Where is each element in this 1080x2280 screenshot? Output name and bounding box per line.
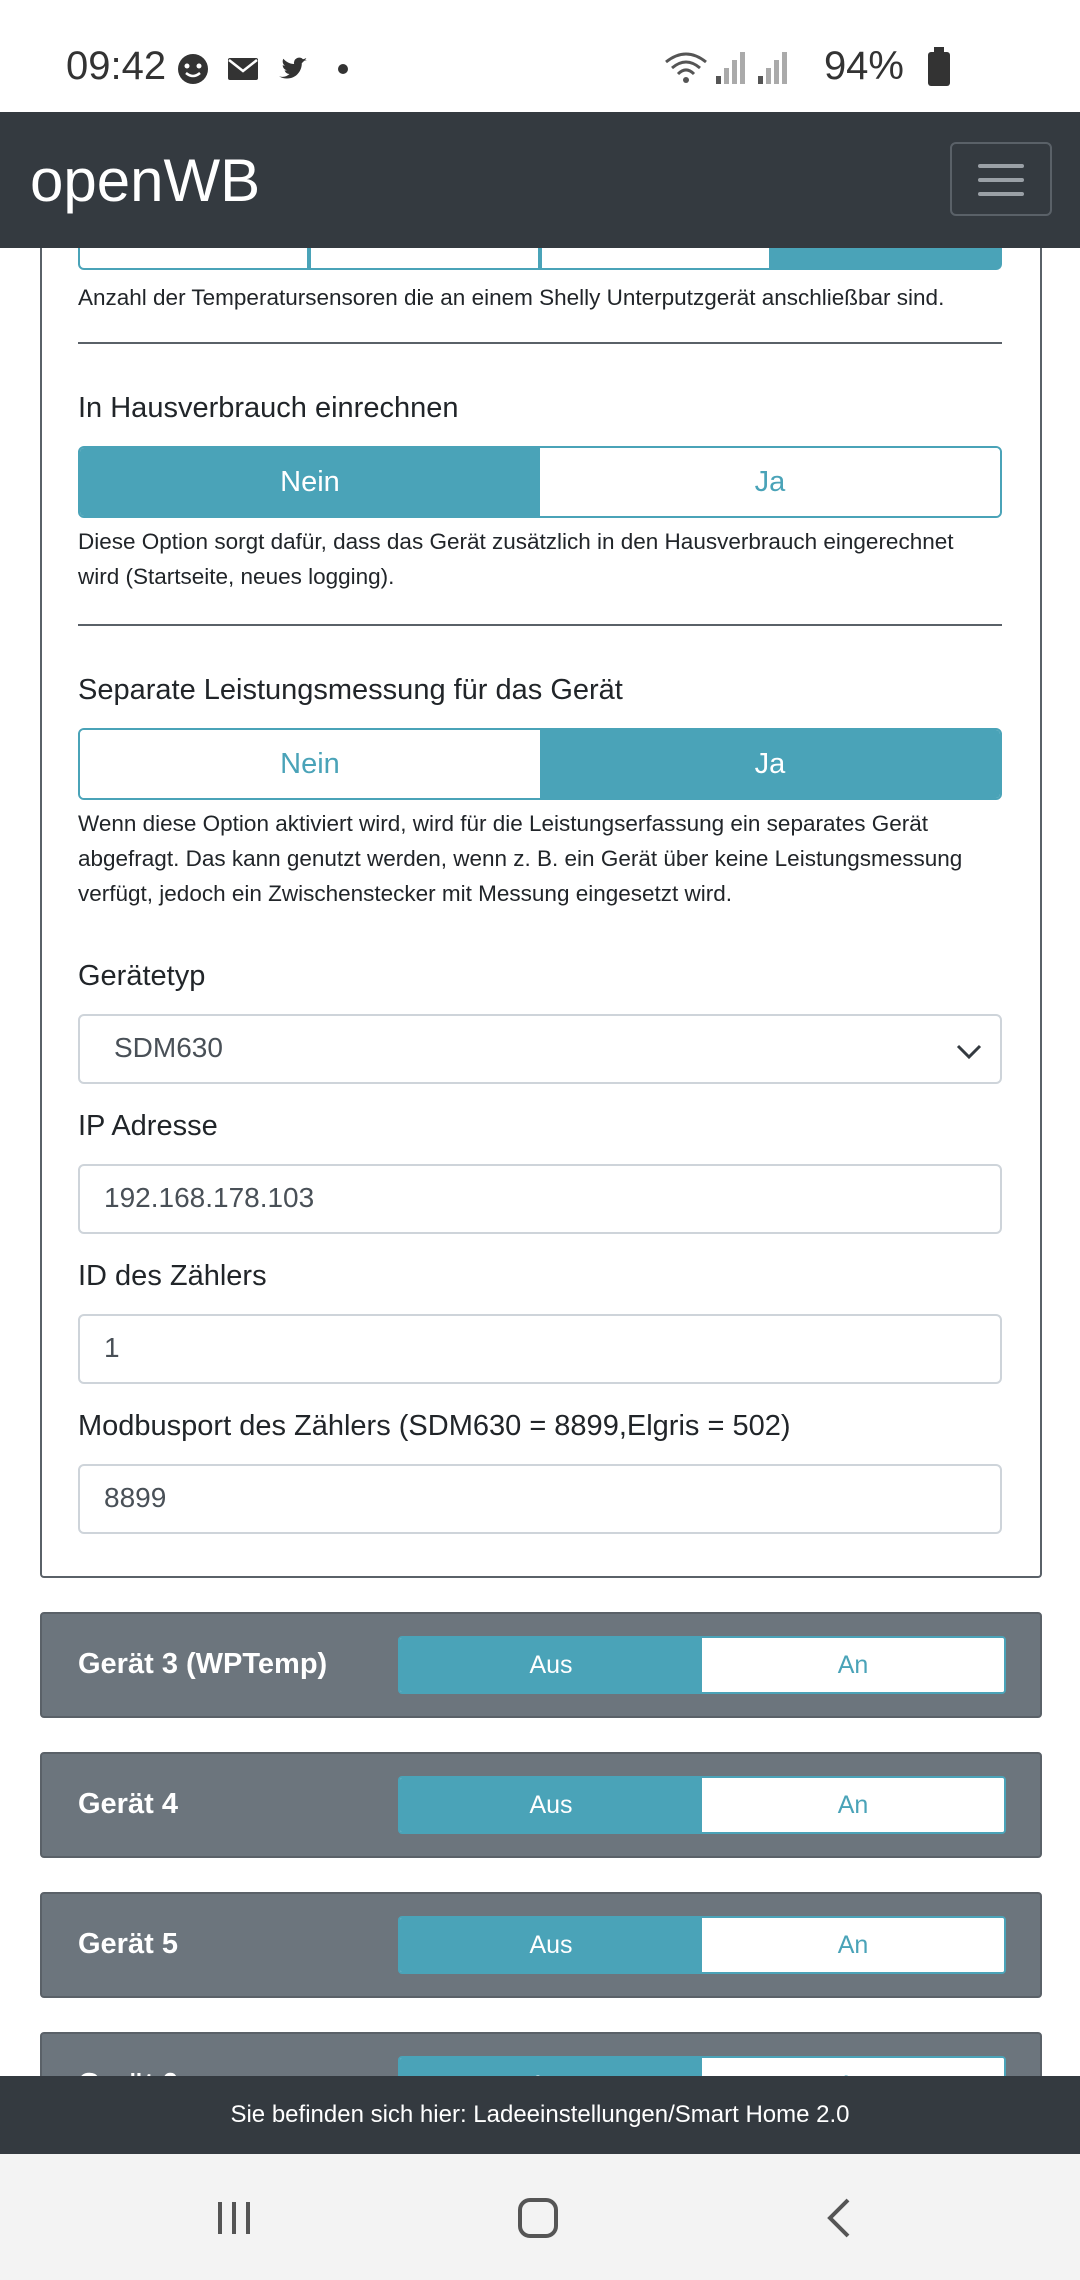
battery-icon xyxy=(928,47,950,86)
signal-icon xyxy=(758,52,787,84)
recents-icon[interactable] xyxy=(204,2188,264,2248)
twitter-icon xyxy=(279,57,307,79)
separate-measurement-help-3: verfügt, jedoch ein Zwischenstecker mit … xyxy=(78,881,733,906)
separate-measurement-help-2: abgefragt. Das kann genutzt werden, wenn… xyxy=(78,846,963,871)
house-consumption-help-1: Diese Option sorgt dafür, dass das Gerät… xyxy=(78,529,954,554)
notification-icons xyxy=(176,52,360,86)
separate-measurement-ja[interactable]: Ja xyxy=(540,730,1000,798)
device-card: Gerät 4 Aus An xyxy=(40,1752,1042,1858)
device-title: Gerät 3 (WPTemp) xyxy=(78,1648,328,1680)
device-on-option[interactable]: An xyxy=(702,2058,1004,2076)
ip-address-value: 192.168.178.103 xyxy=(104,1182,315,1213)
house-consumption-label: In Hausverbrauch einrechnen xyxy=(78,392,459,424)
house-consumption-ja[interactable]: Ja xyxy=(540,448,1000,516)
device-off-option[interactable]: Aus xyxy=(400,1638,702,1692)
status-bar: 09:42 94% xyxy=(0,0,1080,112)
signal-icon xyxy=(716,52,745,84)
modbus-port-label: Modbusport des Zählers (SDM630 = 8899,El… xyxy=(78,1410,791,1442)
modbus-port-input[interactable]: 8899 xyxy=(78,1464,1002,1534)
device-off-option[interactable]: Aus xyxy=(400,1778,702,1832)
status-time: 09:42 xyxy=(66,44,167,88)
device-toggle[interactable]: Aus An xyxy=(398,1916,1006,1974)
device-on-option[interactable]: An xyxy=(702,1778,1004,1832)
menu-toggle-button[interactable] xyxy=(950,142,1052,216)
temp-sensor-option[interactable] xyxy=(540,248,771,270)
divider xyxy=(78,342,1002,344)
device-off-option[interactable]: Aus xyxy=(400,2058,702,2076)
back-icon[interactable] xyxy=(810,2188,870,2248)
face-icon xyxy=(178,54,208,84)
meter-id-label: ID des Zählers xyxy=(78,1260,267,1292)
device-type-label: Gerätetyp xyxy=(78,960,206,992)
main-content[interactable]: Anzahl der Temperatursensoren die an ein… xyxy=(0,248,1080,2076)
meter-id-value: 1 xyxy=(104,1332,120,1363)
wifi-icon xyxy=(665,52,707,83)
device-title: Gerät 6 xyxy=(78,2068,178,2076)
separate-measurement-toggle[interactable]: Nein Ja xyxy=(78,728,1002,800)
home-icon[interactable] xyxy=(508,2188,568,2248)
house-consumption-nein[interactable]: Nein xyxy=(80,448,540,516)
navbar: openWB xyxy=(0,112,1080,248)
battery-percent: 94% xyxy=(823,44,904,88)
divider xyxy=(78,624,1002,626)
ip-address-input[interactable]: 192.168.178.103 xyxy=(78,1164,1002,1234)
mail-icon xyxy=(228,58,258,80)
device-type-value: SDM630 xyxy=(114,1032,223,1063)
house-consumption-toggle[interactable]: Nein Ja xyxy=(78,446,1002,518)
temp-sensor-option[interactable] xyxy=(78,248,309,270)
device-on-option[interactable]: An xyxy=(702,1918,1004,1972)
device-on-option[interactable]: An xyxy=(702,1638,1004,1692)
device-card: Gerät 6 Aus An xyxy=(40,2032,1042,2076)
device-toggle[interactable]: Aus An xyxy=(398,1776,1006,1834)
device-off-option[interactable]: Aus xyxy=(400,1918,702,1972)
temp-sensor-count-selector[interactable] xyxy=(78,248,1002,270)
android-nav-bar xyxy=(0,2154,1080,2280)
chevron-down-icon xyxy=(956,1044,982,1060)
separate-measurement-nein[interactable]: Nein xyxy=(80,730,540,798)
temp-sensors-help: Anzahl der Temperatursensoren die an ein… xyxy=(78,285,945,310)
ip-address-label: IP Adresse xyxy=(78,1110,218,1142)
dot-icon xyxy=(338,64,348,74)
device-card: Gerät 5 Aus An xyxy=(40,1892,1042,1998)
device-title: Gerät 5 xyxy=(78,1928,178,1960)
device-card: Gerät 3 (WPTemp) Aus An xyxy=(40,1612,1042,1718)
temp-sensor-option[interactable] xyxy=(771,248,1002,270)
device-toggle[interactable]: Aus An xyxy=(398,1636,1006,1694)
device-type-select[interactable]: SDM630 xyxy=(78,1014,1002,1084)
breadcrumb-footer: Sie befinden sich hier: Ladeeinstellunge… xyxy=(0,2076,1080,2154)
meter-id-input[interactable]: 1 xyxy=(78,1314,1002,1384)
brand-title[interactable]: openWB xyxy=(30,146,260,215)
device-title: Gerät 4 xyxy=(78,1788,178,1820)
hamburger-icon xyxy=(978,164,1024,168)
temp-sensor-option[interactable] xyxy=(309,248,540,270)
modbus-port-value: 8899 xyxy=(104,1482,167,1513)
device-toggle[interactable]: Aus An xyxy=(398,2056,1006,2076)
separate-measurement-label: Separate Leistungsmessung für das Gerät xyxy=(78,674,623,706)
separate-measurement-help-1: Wenn diese Option aktiviert wird, wird f… xyxy=(78,811,929,836)
house-consumption-help-2: wird (Startseite, neues logging). xyxy=(78,564,395,589)
